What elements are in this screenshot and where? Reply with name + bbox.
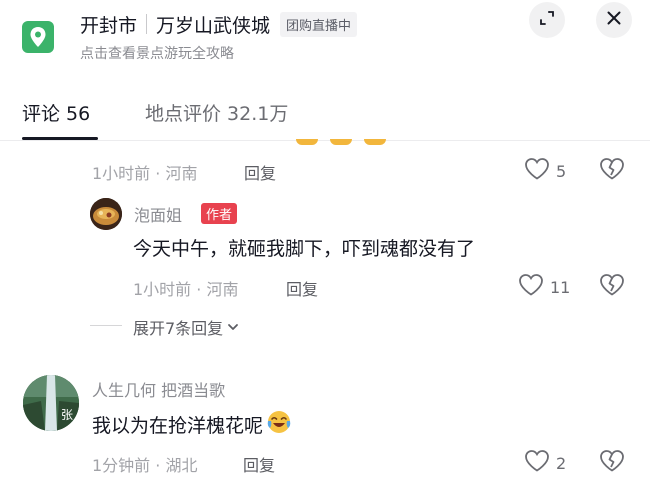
close-icon: [606, 10, 622, 30]
dislike-button[interactable]: [599, 449, 625, 477]
minimize-button[interactable]: [529, 2, 565, 38]
like-count: 11: [550, 277, 571, 297]
chevron-down-icon: [227, 318, 239, 337]
reply-button[interactable]: 回复: [286, 276, 318, 300]
dislike-button[interactable]: [599, 157, 625, 185]
minimize-icon: [539, 10, 555, 30]
comment-time-location: 1分钟前 · 湖北: [92, 456, 198, 475]
broken-heart-icon: [599, 449, 625, 477]
like-button[interactable]: 11: [518, 273, 570, 301]
reply-content: 今天中午，就砸我脚下，吓到魂都没有了: [133, 238, 476, 260]
broken-heart-icon: [599, 273, 625, 301]
author-badge: 作者: [201, 203, 238, 224]
location-title[interactable]: 开封市 万岁山武侠城 团购直播中: [80, 9, 358, 39]
close-button[interactable]: [596, 2, 632, 38]
expand-replies-label: 展开7条回复: [133, 319, 224, 338]
city-name: 开封市: [80, 14, 138, 37]
reply-time-location: 1小时前 · 河南: [133, 280, 239, 299]
avatar[interactable]: [90, 198, 122, 230]
svg-text:张: 张: [61, 408, 73, 422]
comment-time-location: 1小时前 · 河南: [92, 164, 198, 183]
reply-button[interactable]: 回复: [244, 160, 276, 184]
comment-text: 我以为在抢洋槐花呢: [92, 415, 264, 437]
emoji-partial: [296, 139, 386, 145]
avatar[interactable]: 张: [23, 375, 79, 431]
like-button[interactable]: 5: [524, 157, 566, 185]
live-tag[interactable]: 团购直播中: [280, 11, 358, 37]
like-button[interactable]: 2: [524, 449, 566, 477]
tears-of-joy-emoji-icon: [266, 409, 292, 440]
like-count: 2: [556, 453, 567, 473]
location-subtitle[interactable]: 点击查看景点游玩全攻略: [80, 43, 234, 63]
tab-place-reviews[interactable]: 地点评价 32.1万: [145, 99, 288, 126]
user-name[interactable]: 人生几何 把酒当歌: [92, 377, 225, 401]
title-divider: [146, 14, 148, 34]
like-count: 5: [556, 161, 567, 181]
dislike-button[interactable]: [599, 273, 625, 301]
place-name: 万岁山武侠城: [156, 14, 271, 37]
map-pin-icon[interactable]: [22, 21, 54, 53]
author-name[interactable]: 泡面姐: [134, 202, 182, 226]
broken-heart-icon: [599, 157, 625, 185]
reply-button[interactable]: 回复: [243, 452, 275, 476]
heart-icon: [524, 157, 550, 185]
tab-comments[interactable]: 评论 56: [22, 99, 90, 126]
heart-icon: [518, 273, 544, 301]
expand-replies-button[interactable]: 展开7条回复: [133, 315, 239, 339]
comment-content: 我以为在抢洋槐花呢: [92, 409, 292, 440]
expand-divider: [90, 325, 122, 326]
heart-icon: [524, 449, 550, 477]
